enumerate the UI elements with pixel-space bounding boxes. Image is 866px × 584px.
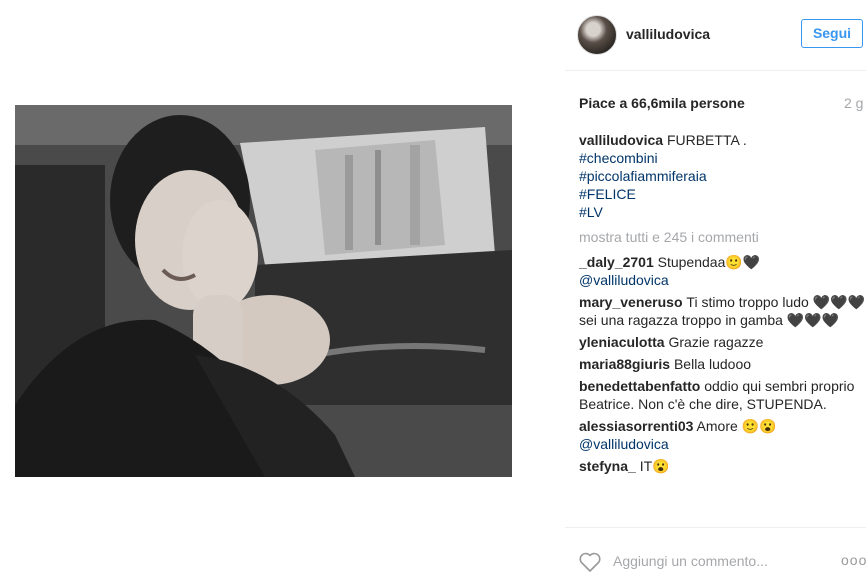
view-all-comments-link[interactable]: mostra tutti e 245 i commenti (579, 228, 866, 246)
comment-username[interactable]: benedettabenfatto (579, 378, 700, 394)
caption: valliludovica FURBETTA . #checombini #pi… (579, 131, 866, 221)
hashtag[interactable]: #LV (579, 203, 866, 221)
comments-list: valliludovica FURBETTA . #checombini #pi… (579, 131, 866, 524)
caption-text: FURBETTA . (666, 132, 747, 148)
likes-count[interactable]: Piace a 66,6mila persone (579, 95, 745, 111)
post-time[interactable]: 2 g (844, 95, 863, 111)
hashtag[interactable]: #checombini (579, 149, 866, 167)
more-options-button[interactable]: ooo (841, 552, 866, 568)
comment-mention[interactable]: @valliludovica (579, 271, 866, 289)
avatar[interactable] (577, 15, 617, 55)
comment-item: _daly_2701 Stupendaa🙂🖤 @valliludovica (579, 253, 866, 289)
follow-button[interactable]: Segui (801, 19, 863, 48)
comment-item: benedettabenfatto oddio qui sembri propr… (579, 377, 866, 413)
post-username[interactable]: valliludovica (626, 26, 710, 42)
comment-text: Amore 🙂😮 (696, 418, 777, 434)
add-comment-input[interactable]: Aggiungi un commento... (613, 553, 768, 569)
heart-outline-icon[interactable] (578, 551, 602, 573)
photo-image (15, 105, 512, 477)
post-photo[interactable] (15, 105, 512, 477)
comment-username[interactable]: yleniaculotta (579, 334, 665, 350)
comment-item: yleniaculotta Grazie ragazze (579, 333, 866, 351)
comment-item: alessiasorrenti03 Amore 🙂😮 @valliludovic… (579, 417, 866, 453)
caption-username[interactable]: valliludovica (579, 132, 663, 148)
comment-username[interactable]: stefyna_ (579, 458, 636, 474)
comment-item: mary_venerusο Ti stimo troppo ludo 🖤🖤🖤 s… (579, 293, 866, 329)
post-sidebar: valliludovica Segui Piace a 66,6mila per… (565, 0, 866, 583)
hashtag[interactable]: #piccolafiammiferaia (579, 167, 866, 185)
hashtag[interactable]: #FELICE (579, 185, 866, 203)
comment-text: Bella ludooo (673, 356, 752, 372)
comment-username[interactable]: maria88giuris (579, 356, 670, 372)
comment-username[interactable]: _daly_2701 (579, 254, 654, 270)
comment-text: Grazie ragazze (668, 334, 764, 350)
comment-mention[interactable]: @valliludovica (579, 435, 866, 453)
comment-text: Stupendaa🙂🖤 (657, 254, 761, 270)
comment-text: IT😮 (639, 458, 670, 474)
comment-footer: Aggiungi un commento... ooo (565, 527, 866, 584)
comment-username[interactable]: mary_venerusο (579, 294, 683, 310)
post-header: valliludovica Segui (565, 0, 866, 71)
comment-item: maria88giuris Bella ludooo (579, 355, 866, 373)
comment-username[interactable]: alessiasorrenti03 (579, 418, 693, 434)
comment-item: stefyna_ IT😮 (579, 457, 866, 475)
photo-area (0, 0, 565, 583)
